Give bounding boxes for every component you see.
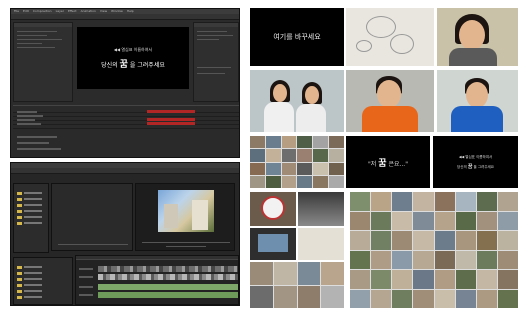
audio-clip-track[interactable] (98, 284, 238, 290)
comp-main-post: 을 그려주세요 (129, 61, 165, 69)
image-root: File Edit Composition Layer Effect Anima… (0, 0, 520, 312)
premiere-window (10, 162, 240, 306)
ae-layer-bar[interactable] (147, 110, 195, 113)
quote-post: 은요..." (388, 160, 408, 168)
pr-source-monitor[interactable] (51, 183, 133, 251)
ae-timeline-panel[interactable] (13, 105, 239, 157)
small-card-line2: 당신의 꿈 을 그려주세요 (457, 163, 494, 170)
photo-clock (250, 192, 296, 226)
mosaic-thumbnails-b (250, 262, 344, 308)
folder-icon (17, 198, 22, 201)
program-video-frame (158, 190, 214, 232)
video-stills-collage: 여기를 바꾸세요 "저 꿈 은요..." ◀◀ 열심표 이름하여서 당신의 꿈 … (250, 8, 518, 308)
photo-man-blue-shirt (437, 70, 518, 132)
photo-man-orange-shirt (346, 70, 434, 132)
photo-hallway (298, 192, 344, 226)
folder-icon (17, 222, 22, 225)
ae-project-panel[interactable] (13, 22, 73, 102)
folder-icon (17, 284, 22, 287)
folder-icon (17, 266, 22, 269)
pr-timeline-panel[interactable] (75, 255, 239, 305)
ae-composition-viewer[interactable]: ◀◀ 열심표 이름하여서 당신의 꿈 을 그려주세요 (77, 27, 189, 89)
ae-layer-bar[interactable] (147, 122, 195, 125)
video-clip-track[interactable] (98, 274, 238, 280)
comp-main-pre: 당신의 (101, 61, 118, 69)
comp-title-line: ◀◀ 열심표 이름하여서 (113, 46, 153, 52)
pr-media-bin[interactable] (13, 257, 73, 305)
timeline-ruler[interactable] (76, 256, 238, 260)
portrait-photo-smiling-woman (437, 8, 518, 66)
quote-card-dream: "저 꿈 은요..." (346, 136, 430, 188)
folder-icon (17, 278, 22, 281)
photo-sketch-paper (298, 228, 344, 260)
mosaic-thumbnails-large (350, 192, 518, 308)
ae-layer-bar[interactable] (147, 118, 195, 121)
folder-icon (17, 272, 22, 275)
folder-icon (17, 204, 22, 207)
photo-monitor (250, 228, 296, 260)
pr-project-list[interactable] (13, 183, 49, 253)
folder-icon (17, 216, 22, 219)
audio-clip-track[interactable] (98, 292, 238, 298)
title-card-text: 여기를 바꾸세요 (273, 33, 321, 41)
pr-program-monitor[interactable] (135, 183, 235, 251)
folder-icon (17, 210, 22, 213)
folder-icon (17, 290, 22, 293)
photo-two-students (250, 70, 344, 132)
quote-pre: "저 (368, 160, 377, 168)
ae-toolbar[interactable] (11, 14, 239, 20)
small-card-post: 을 그려주세요 (473, 164, 494, 169)
quote-dream: 꿈 (378, 158, 387, 169)
after-effects-window: File Edit Composition Layer Effect Anima… (10, 8, 240, 158)
drawing-photo (346, 8, 434, 66)
title-card-change-here: 여기를 바꾸세요 (250, 8, 344, 66)
folder-icon (17, 296, 22, 299)
small-card-dream: 꿈 (467, 163, 473, 170)
small-card-pre: 당신의 (457, 164, 467, 169)
small-card-line1: ◀◀ 열심표 이름하여서 (458, 154, 493, 159)
title-card-draw-your-dream: ◀◀ 열심표 이름하여서 당신의 꿈 을 그려주세요 (433, 136, 518, 188)
mosaic-thumbnails-a (250, 136, 344, 188)
comp-main-line: 당신의 꿈 을 그려주세요 (101, 57, 165, 70)
ae-effects-panel[interactable] (193, 22, 239, 102)
pr-toolbar[interactable] (11, 168, 239, 174)
comp-main-dream: 꿈 (119, 59, 128, 70)
folder-icon (17, 192, 22, 195)
video-clip-track[interactable] (98, 266, 238, 272)
quote-text: "저 꿈 은요..." (368, 156, 408, 169)
editor-screenshots: File Edit Composition Layer Effect Anima… (10, 8, 240, 306)
